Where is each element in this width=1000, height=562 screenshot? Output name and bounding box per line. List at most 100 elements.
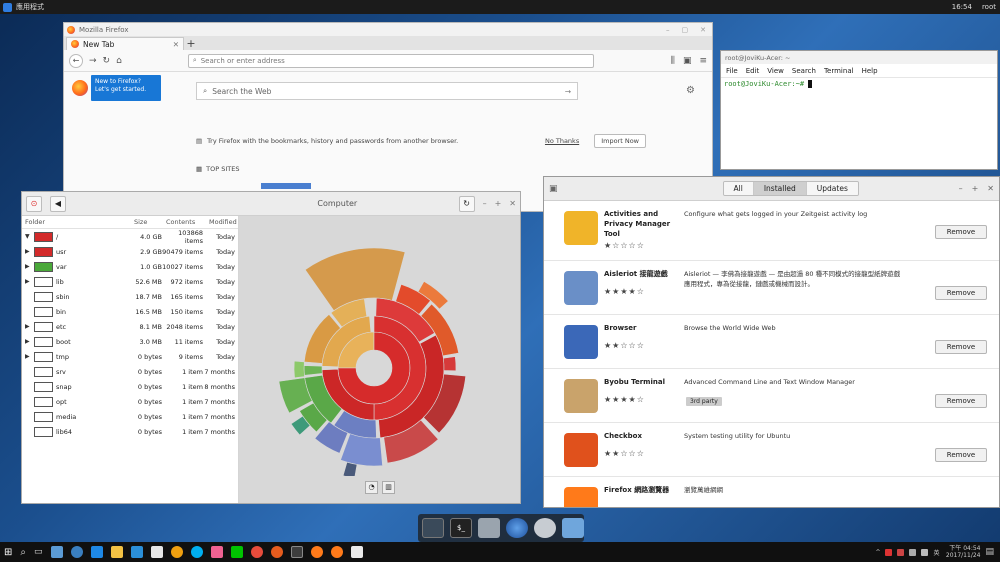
column-size[interactable]: Size	[134, 218, 162, 226]
import-now-button[interactable]: Import Now	[594, 134, 646, 148]
back-button[interactable]: ◀	[50, 195, 66, 212]
sidebar-icon[interactable]: ▣	[683, 56, 692, 66]
folder-row-lib[interactable]: ▶ lib 52.6 MB 972 items Today	[22, 274, 238, 289]
panel-clock[interactable]: 16:54	[952, 3, 972, 11]
column-modified[interactable]: Modified	[203, 218, 237, 226]
app-row[interactable]: Activities and Privacy Manager Tool ★☆☆☆☆…	[544, 201, 999, 261]
expand-arrow-icon[interactable]: ▶	[25, 353, 31, 360]
expand-arrow-icon[interactable]: ▶	[25, 338, 31, 345]
taskbar-clock[interactable]: 下午 04:54 2017/11/24	[944, 545, 981, 559]
folder-row-root[interactable]: ▼/4.0 GB 103868 items Today	[22, 229, 238, 245]
tab-all[interactable]: All	[723, 182, 754, 195]
minimize-icon[interactable]: –	[959, 184, 963, 193]
terminal-output[interactable]: root@JoviKu-Acer:~#	[721, 78, 997, 90]
menu-file[interactable]: File	[726, 67, 738, 75]
maximize-icon[interactable]: +	[972, 184, 979, 193]
tray-app-icon[interactable]	[897, 548, 905, 556]
treemap-chart-icon[interactable]: ▥	[382, 481, 395, 494]
ring-segment[interactable]	[293, 360, 305, 379]
skype-icon[interactable]	[190, 546, 203, 558]
tab-close-icon[interactable]: ✕	[173, 40, 179, 49]
back-icon[interactable]: ←	[69, 53, 83, 68]
menu-view[interactable]: View	[767, 67, 784, 75]
mail-icon[interactable]	[150, 546, 163, 558]
rings-chart-icon[interactable]: ◔	[365, 481, 378, 494]
remove-button[interactable]: Remove	[935, 286, 987, 300]
search-icon[interactable]	[534, 518, 556, 538]
tray-up-icon[interactable]: ^	[875, 549, 880, 556]
minimize-icon[interactable]: –	[666, 26, 670, 34]
tray-app-icon[interactable]	[885, 548, 893, 556]
tab-installed[interactable]: Installed	[753, 182, 807, 195]
minimize-icon[interactable]: –	[483, 199, 487, 208]
folder-row-media[interactable]: media 0 bytes 1 item 7 months	[22, 409, 238, 424]
remove-button[interactable]: Remove	[935, 394, 987, 408]
maximize-icon[interactable]: ▢	[682, 26, 689, 34]
app-row[interactable]: Firefox 網路瀏覽器瀏覽萬維網網Remove	[544, 477, 999, 507]
library-icon[interactable]: ⫼	[671, 56, 675, 66]
volume-icon[interactable]	[921, 548, 929, 556]
menu-terminal[interactable]: Terminal	[824, 67, 854, 75]
cortana-search-icon[interactable]: ⌕	[20, 547, 26, 558]
ring-segment[interactable]	[340, 433, 383, 467]
close-icon[interactable]: ✕	[700, 26, 706, 34]
folder-row-bin[interactable]: bin 16.5 MB 150 items Today	[22, 304, 238, 319]
software-headerbar[interactable]: ▣ All Installed Updates – + ✕	[544, 177, 999, 201]
vm-icon[interactable]	[290, 546, 303, 558]
folder-row-etc[interactable]: ▶ etc 8.1 MB 2048 items Today	[22, 319, 238, 334]
new-tab-button[interactable]: +	[184, 37, 198, 50]
home-icon[interactable]: ⌂	[116, 56, 122, 66]
url-bar[interactable]: ⌕ Search or enter address	[187, 53, 594, 68]
web-search-box[interactable]: ⌕ Search the Web →	[196, 82, 578, 100]
menu-help[interactable]: Help	[862, 67, 878, 75]
folder-row-var[interactable]: ▶ var 1.0 GB 10027 items Today	[22, 259, 238, 274]
menu-search[interactable]: Search	[792, 67, 816, 75]
disk-usage-headerbar[interactable]: ⊙ ◀ Computer ↻ – + ✕	[22, 192, 520, 216]
ime-indicator[interactable]: 英	[933, 548, 939, 557]
ring-segment[interactable]	[442, 356, 457, 372]
applications-menu[interactable]: 應用程式	[0, 2, 44, 12]
forward-icon[interactable]: →	[89, 56, 97, 66]
taskbar-app-icon[interactable]	[350, 546, 363, 558]
app-row[interactable]: Checkbox ★★☆☆☆ System testing utility for …	[544, 423, 999, 477]
network-icon[interactable]	[909, 548, 917, 556]
folder-row-snap[interactable]: snap 0 bytes 1 item 8 months	[22, 379, 238, 394]
folder-row-lib64[interactable]: lib64 0 bytes 1 item 7 months	[22, 424, 238, 439]
close-icon[interactable]: ✕	[509, 199, 516, 208]
store-icon[interactable]	[130, 546, 143, 558]
panel-user[interactable]: root	[982, 3, 996, 11]
notifications-icon[interactable]: ▤	[985, 547, 994, 557]
terminal-titlebar[interactable]: root@JoviKu-Acer: ~	[721, 51, 997, 64]
folder-row-sbin[interactable]: sbin 18.7 MB 165 items Today	[22, 289, 238, 304]
software-menu-icon[interactable]: ▣	[549, 184, 558, 194]
tab-updates[interactable]: Updates	[806, 182, 858, 195]
menu-edit[interactable]: Edit	[746, 67, 760, 75]
maximize-icon[interactable]: +	[495, 199, 502, 208]
explorer-icon[interactable]	[110, 546, 123, 558]
folder-row-tmp[interactable]: ▶ tmp 0 bytes 9 items Today	[22, 349, 238, 364]
app-row[interactable]: Aisleriot 接龍遊戲 ★★★★☆ Aisleriot — 李佛為接龍遊戲 —…	[544, 261, 999, 315]
folder-row-opt[interactable]: opt 0 bytes 1 item 7 months	[22, 394, 238, 409]
refresh-icon[interactable]: ↻	[458, 195, 475, 212]
onboarding-bubble[interactable]: New to Firefox? Let's get started.	[91, 75, 161, 101]
terminal-icon[interactable]: $_	[450, 518, 472, 538]
column-contents[interactable]: Contents	[162, 218, 203, 226]
files-icon[interactable]	[478, 518, 500, 538]
edge-icon[interactable]	[90, 546, 103, 558]
taskbar-app-icon[interactable]	[50, 546, 63, 558]
firefox-taskbar-icon[interactable]	[330, 546, 343, 558]
search-go-icon[interactable]: →	[565, 87, 577, 96]
expand-arrow-icon[interactable]: ▶	[25, 263, 31, 270]
windows-start-icon[interactable]: ⊞	[4, 547, 12, 558]
expand-arrow-icon[interactable]: ▶	[25, 278, 31, 285]
expand-arrow-icon[interactable]: ▼	[25, 233, 31, 240]
top-site-tile[interactable]	[261, 183, 311, 189]
gear-icon[interactable]: ⚙	[686, 85, 695, 96]
remove-button[interactable]: Remove	[935, 225, 987, 239]
chrome-icon[interactable]	[250, 546, 263, 558]
taskbar-app-icon[interactable]	[210, 546, 223, 558]
scan-icon[interactable]: ⊙	[26, 195, 42, 212]
expand-arrow-icon[interactable]: ▶	[25, 323, 31, 330]
tab-new-tab[interactable]: New Tab ✕	[66, 37, 184, 50]
line-icon[interactable]	[230, 546, 243, 558]
